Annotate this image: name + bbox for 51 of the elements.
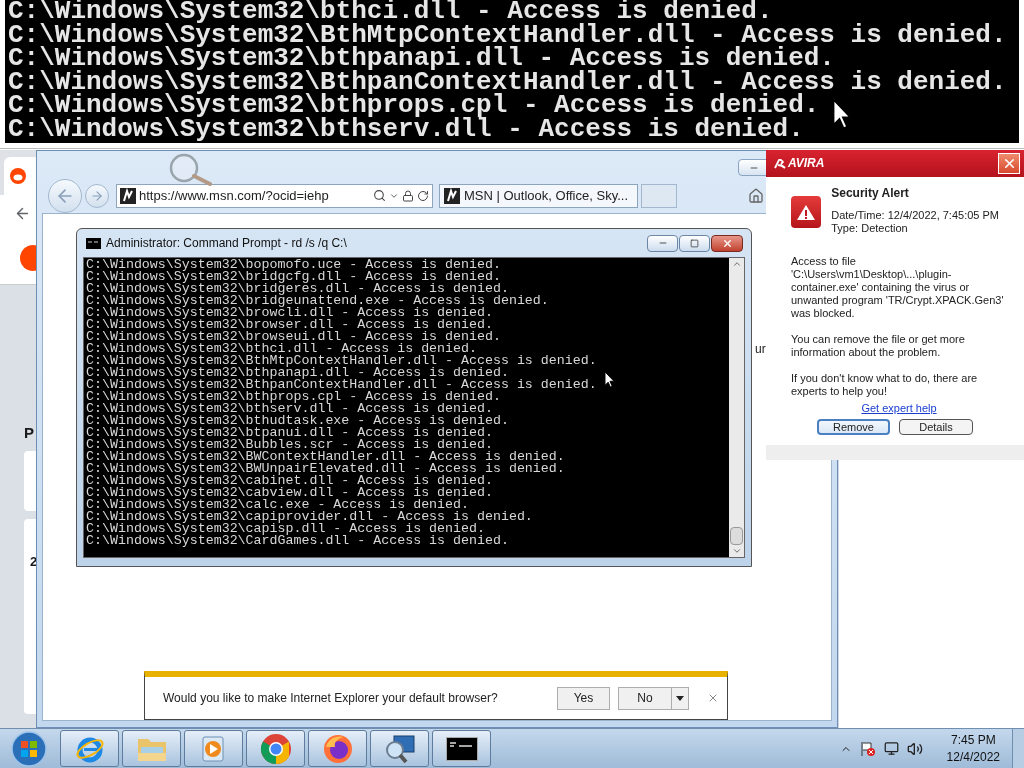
console-line: C:\Windows\System32\btpanui.dll - Access is denied.: [86, 427, 493, 439]
window-title: Administrator: Command Prompt - rd /s /q C:\: [106, 235, 347, 252]
notification-message: Would you like to make Internet Explorer your default browser?: [163, 690, 498, 707]
dialog-button[interactable]: Details: [899, 419, 973, 435]
expert-help-link[interactable]: Get expert help: [861, 402, 937, 415]
console-line: C:\Windows\System32\bthserv.dll - Access is denied.: [8, 117, 804, 141]
browser-tab[interactable]: MSN | Outlook, Office, Sky...: [439, 183, 638, 208]
console-line: C:\Windows\System32\capisp.dll - Access is denied.: [86, 523, 485, 535]
console-line: C:\Windows\System32\CardGames.dll - Access is denied.: [86, 535, 509, 547]
alert-heading: Security Alert: [831, 186, 910, 201]
dialog-button[interactable]: Remove: [817, 419, 890, 435]
address-text: https://www.msn.com/?ocid=iehp: [139, 186, 329, 205]
clock-time[interactable]: 7:45 PM: [950, 731, 996, 749]
alert-message: If you don't know what to do, there are experts to help you!: [791, 372, 979, 398]
console-line: C:\Windows\System32\calc.exe - Access is denied.: [86, 499, 469, 511]
address-bar[interactable]: https://www.msn.com/?ocid=iehp: [116, 183, 433, 208]
console-line: C:\Windows\System32\bthci.dll - Access is denied.: [8, 0, 773, 24]
console-line: C:\Windows\System32\bridgeres.dll - Access is denied.: [86, 283, 509, 295]
console-line: C:\Windows\System32\browser.dll - Access is denied.: [86, 319, 493, 331]
console-line: C:\Windows\System32\bridgcfg.dll - Access is denied.: [86, 271, 501, 283]
console-line: C:\Windows\System32\bridgeunattend.exe - Access is denied.: [86, 295, 549, 307]
console-line: C:\Windows\System32\BWUnpairElevated.dll - Access is denied.: [86, 463, 565, 475]
alert-detail: Date/Time: 12/4/2022, 7:45:05 PM: [831, 209, 999, 222]
console-line: C:\Windows\System32\capiprovider.dll - Access is denied.: [86, 511, 533, 523]
console-line: C:\Windows\System32\cabinet.dll - Access is denied.: [86, 475, 493, 487]
alert-message: You can remove the file or get more information about the problem.: [791, 333, 966, 359]
console-line: C:\Windows\System32\browseui.dll - Access is denied.: [86, 331, 501, 343]
console-line: C:\Windows\System32\bopomofo.uce - Access is denied.: [86, 259, 501, 271]
yes-button[interactable]: Yes: [557, 686, 610, 710]
alert-detail: Type: Detection: [831, 222, 909, 235]
console-line: C:\Windows\System32\cabview.dll - Access is denied.: [86, 487, 493, 499]
console-line: C:\Windows\System32\bthserv.dll - Access is denied.: [86, 403, 493, 415]
brand-logo: AVIRA: [788, 157, 825, 170]
console-line: C:\Windows\System32\BthpanContextHandler.dll - Access is denied.: [8, 70, 1007, 94]
console-line: C:\Windows\System32\bthudtask.exe - Access is denied.: [86, 415, 509, 427]
console-line: C:\Windows\System32\bthprops.cpl - Access is denied.: [8, 94, 820, 118]
console-line: C:\Windows\System32\BWContextHandler.dll - Access is denied.: [86, 451, 565, 463]
section-heading: P: [24, 423, 35, 443]
console-line: C:\Windows\System32\bthpanapi.dll - Access is denied.: [8, 47, 835, 71]
console-line: C:\Windows\System32\bthprops.cpl - Access is denied.: [86, 391, 501, 403]
alert-message: Access to file 'C:\Users\vm1\Desktop\...\plugin-container.exe' containing the virus or unwanted program 'TR/Crypt.XPACK.Gen3' was blocked.: [791, 255, 1005, 320]
console-line: C:\Windows\System32\bthci.dll - Access is denied.: [86, 343, 477, 355]
console-line: C:\Windows\System32\BthpanContextHandler.dll - Access is denied.: [86, 379, 597, 391]
console-line: C:\Windows\System32\BthMtpContextHandler.dll - Access is denied.: [8, 23, 1007, 47]
page-text: ur: [755, 341, 766, 358]
clock-date[interactable]: 12/4/2022: [946, 748, 1000, 766]
console-line: C:\Windows\System32\browcli.dll - Access is denied.: [86, 307, 493, 319]
tab-title: MSN | Outlook, Office, Sky...: [464, 186, 628, 205]
console-line: C:\Windows\System32\Bubbles.scr - Access is denied.: [86, 439, 493, 451]
console-line: C:\Windows\System32\BthMtpContextHandler.dll - Access is denied.: [86, 355, 597, 367]
console-line: C:\Windows\System32\bthpanapi.dll - Access is denied.: [86, 367, 509, 379]
